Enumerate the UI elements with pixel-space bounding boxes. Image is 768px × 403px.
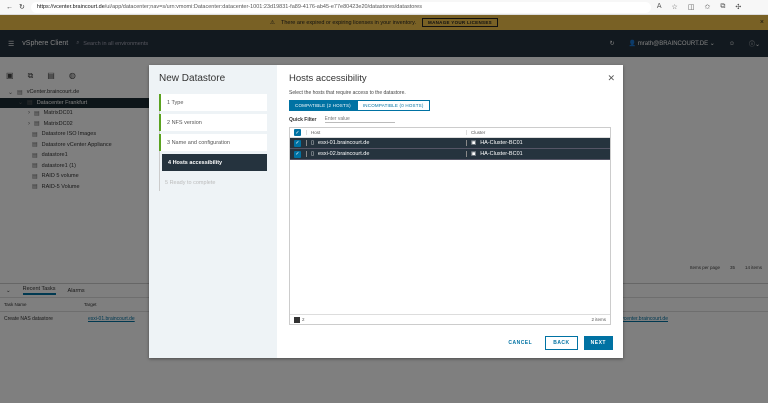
wizard-sidebar: New Datastore 1 Type 2 NFS version 3 Name … (149, 65, 277, 358)
host-name: esxi-02.braincourt.de (318, 151, 370, 157)
read-aloud-icon[interactable]: A (657, 3, 662, 11)
new-datastore-wizard: New Datastore 1 Type 2 NFS version 3 Name … (149, 65, 623, 358)
wizard-step[interactable]: 3 Name and configuration (159, 134, 267, 151)
cluster-icon: ▣ (471, 140, 477, 146)
row-checkbox[interactable]: ✓ (294, 150, 301, 158)
wizard-steps: 1 Type 2 NFS version 3 Name and configurat… (159, 94, 267, 191)
wizard-step[interactable]: 2 NFS version (159, 114, 267, 131)
selected-count: 2 (294, 316, 305, 323)
selected-count-value: 2 (302, 316, 305, 322)
quick-filter-label: Quick Filter (289, 116, 317, 123)
back-icon[interactable]: ← (6, 4, 13, 11)
reload-icon[interactable]: ↻ (19, 3, 25, 11)
hosts-grid: ✓ Host Cluster ✓ ▯ esxi-01.braincourt.de ▣ HA-… (289, 127, 611, 325)
column-host[interactable]: Host (306, 130, 466, 135)
back-button[interactable]: BACK (545, 336, 578, 350)
close-icon[interactable]: ✕ (607, 73, 615, 84)
wizard-step[interactable]: 1 Type (159, 94, 267, 111)
column-cluster[interactable]: Cluster (466, 130, 485, 135)
address-bar[interactable]: https://vcenter.braincourt.de/ui/app/dat… (30, 1, 651, 13)
host-name: esxi-01.braincourt.de (318, 140, 370, 146)
favorite-icon[interactable]: ☆ (672, 3, 678, 11)
select-all-checkbox[interactable]: ✓ (294, 129, 301, 136)
row-checkbox[interactable]: ✓ (294, 139, 301, 147)
wizard-title: New Datastore (159, 73, 226, 84)
step-description: Select the hosts that require access to … (289, 90, 406, 96)
split-icon[interactable]: ◫ (688, 3, 695, 11)
wizard-step: 5 Ready to complete (165, 179, 216, 186)
tab-compatible[interactable]: COMPATIBLE (2 HOSTS) (289, 100, 357, 111)
host-icon: ▯ (311, 151, 315, 157)
cluster-name: HA-Cluster-BC01 (480, 140, 523, 146)
host-row[interactable]: ✓ ▯ esxi-01.braincourt.de ▣ HA-Cluster-BC01 (290, 138, 610, 149)
wizard-step: 4 Hosts accessibility (162, 154, 267, 171)
selection-icon (294, 316, 300, 323)
cluster-name: HA-Cluster-BC01 (480, 151, 523, 157)
cancel-button[interactable]: CANCEL (501, 336, 539, 350)
step-heading: Hosts accessibility (289, 73, 367, 84)
host-row[interactable]: ✓ ▯ esxi-02.braincourt.de ▣ HA-Cluster-BC01 (290, 149, 610, 160)
favorites-icon[interactable]: ✩ (704, 3, 710, 11)
quick-filter-input[interactable] (324, 116, 395, 123)
host-icon: ▯ (311, 140, 315, 146)
browser-toolbar: ← ↻ https://vcenter.braincourt.de/ui/app… (0, 0, 768, 15)
wizard-content: Hosts accessibility ✕ Select the hosts t… (277, 65, 623, 358)
next-button[interactable]: NEXT (583, 336, 613, 350)
tab-incompatible[interactable]: INCOMPATIBLE (0 HOSTS) (356, 100, 430, 111)
extension-icon[interactable]: ✣ (735, 3, 741, 11)
cluster-icon: ▣ (471, 151, 477, 157)
collections-icon[interactable]: ⧉ (720, 3, 725, 11)
url-host: https://vcenter.braincourt.de (36, 4, 105, 10)
grid-items-count: 2 items (591, 317, 606, 322)
url-path: /ui/app/datacenter;nav=s/urn:vmomi:Datac… (104, 4, 422, 10)
